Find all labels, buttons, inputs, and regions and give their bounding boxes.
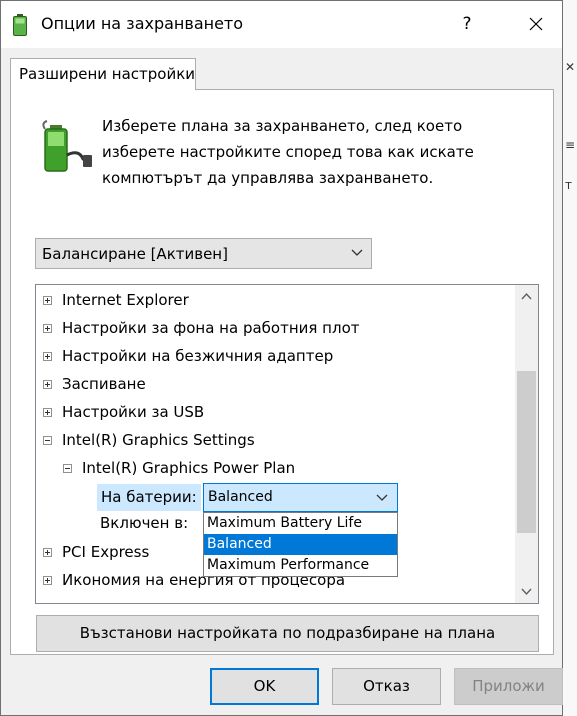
chevron-down-icon [351, 249, 363, 256]
expand-icon[interactable] [43, 296, 52, 305]
restore-defaults-button[interactable]: Възстанови настройката по подразбиране н… [36, 615, 539, 652]
power-plan-value: Балансиране [Активен] [42, 245, 228, 263]
expand-icon[interactable] [43, 408, 52, 417]
bg-glyph: т [565, 178, 572, 192]
ok-button[interactable]: OK [210, 668, 319, 705]
close-icon[interactable] [516, 9, 556, 39]
on-battery-options-list[interactable]: Maximum Battery Life Balanced Maximum Pe… [203, 512, 398, 577]
title-bar: Опции на захранването ? [1, 1, 562, 48]
expand-icon[interactable] [43, 324, 52, 333]
plugged-in-row[interactable]: Включен в: [100, 514, 188, 532]
scroll-down-icon[interactable] [515, 579, 538, 603]
collapse-icon[interactable] [43, 436, 52, 445]
option-maximum-performance[interactable]: Maximum Performance [204, 555, 397, 576]
description-line: изберете настройките според това как иск… [102, 143, 474, 161]
tree-item-label: Intel(R) Graphics Power Plan [82, 459, 296, 477]
plan-description: Изберете плана за захранването, след кое… [102, 113, 522, 191]
plugged-in-label: Включен в: [100, 514, 189, 532]
on-battery-value: Balanced [208, 489, 273, 505]
apply-button[interactable]: Приложи [454, 668, 563, 705]
window-title: Опции на захранването [41, 14, 244, 33]
expand-icon[interactable] [43, 576, 52, 585]
power-options-dialog: Опции на захранването ? Разширени настро… [0, 0, 563, 716]
option-balanced[interactable]: Balanced [204, 534, 397, 555]
power-plan-select[interactable]: Балансиране [Активен] [35, 238, 372, 269]
on-battery-label: На батерии: [97, 484, 201, 511]
tree-item-label: Настройки за USB [62, 403, 205, 421]
expand-icon[interactable] [43, 548, 52, 557]
chevron-down-icon [376, 494, 388, 501]
tree-item-label: PCI Express [62, 543, 150, 561]
option-maximum-battery-life[interactable]: Maximum Battery Life [204, 513, 397, 534]
scroll-thumb[interactable] [517, 371, 536, 533]
tree-item-label: Заспиване [62, 375, 146, 393]
help-button[interactable]: ? [447, 9, 487, 39]
battery-plug-icon [42, 120, 92, 172]
bg-glyph: ≡ [565, 138, 576, 152]
tree-item-label: Настройки за фона на работния плот [62, 319, 360, 337]
tab-advanced-settings[interactable]: Разширени настройки [10, 58, 196, 90]
power-options-icon [13, 14, 27, 36]
expand-icon[interactable] [43, 380, 52, 389]
tree-item-label: Настройки на безжичния адаптер [62, 347, 334, 365]
tab-label: Разширени настройки [19, 65, 196, 83]
on-battery-select[interactable]: Balanced [203, 483, 398, 512]
tree-item-label: Internet Explorer [62, 291, 189, 309]
cancel-button[interactable]: Отказ [332, 668, 441, 705]
scroll-up-icon[interactable] [515, 285, 538, 309]
bg-glyph: ✕ [565, 60, 576, 74]
background-window-strip: ✕ ≡ т [563, 0, 577, 716]
tree-item-label: Intel(R) Graphics Settings [62, 431, 255, 449]
tree-scrollbar[interactable] [515, 285, 538, 603]
collapse-icon[interactable] [63, 464, 72, 473]
description-line: Изберете плана за захранването, след кое… [102, 117, 463, 135]
expand-icon[interactable] [43, 352, 52, 361]
description-line: компютърът да управлява захранването. [102, 169, 434, 187]
